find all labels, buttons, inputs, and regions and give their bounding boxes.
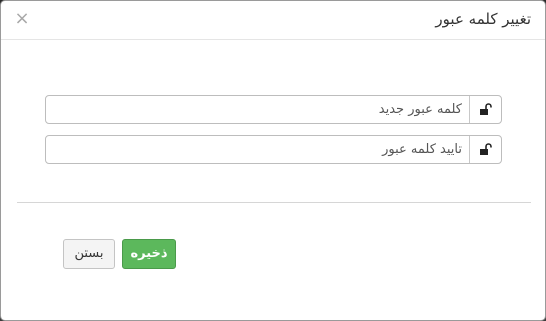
change-password-dialog: × تغییر کلمه عبور ذخیره بستن	[0, 0, 546, 321]
close-icon[interactable]: ×	[12, 9, 32, 29]
confirm-password-addon	[469, 136, 501, 163]
unlock-icon	[480, 103, 492, 115]
dialog-header: × تغییر کلمه عبور	[1, 1, 545, 40]
unlock-icon	[480, 143, 492, 155]
close-button[interactable]: بستن	[63, 239, 115, 269]
save-button[interactable]: ذخیره	[122, 239, 176, 269]
confirm-password-field	[45, 135, 502, 164]
confirm-password-input[interactable]	[46, 136, 470, 163]
new-password-input[interactable]	[46, 96, 470, 123]
new-password-field	[45, 95, 502, 124]
dialog-title: تغییر کلمه عبور	[435, 10, 531, 28]
footer-divider	[17, 202, 531, 203]
new-password-addon	[469, 96, 501, 123]
